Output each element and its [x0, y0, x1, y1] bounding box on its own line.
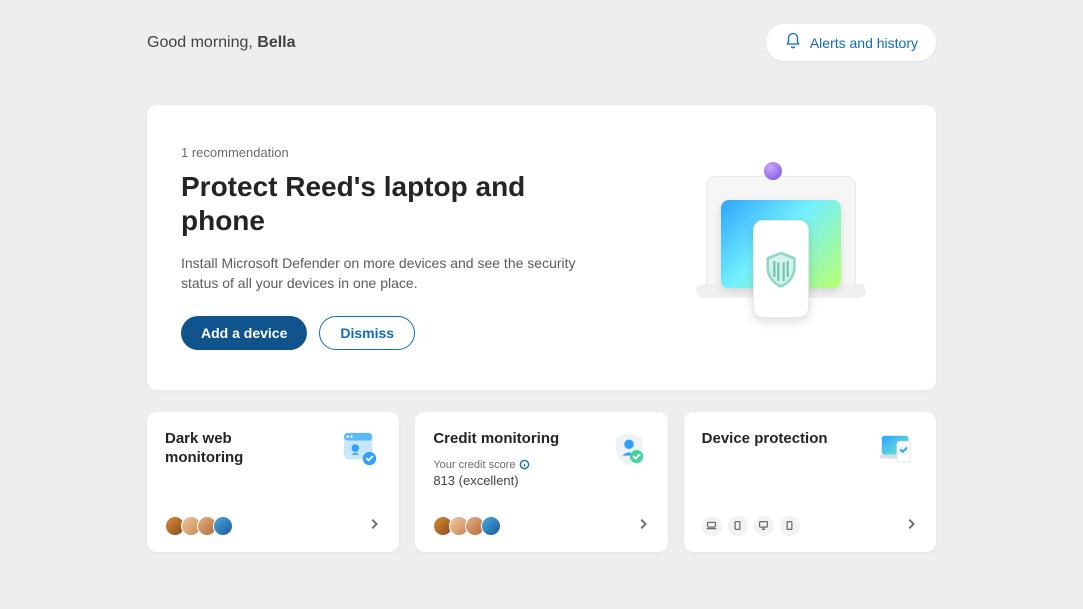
monitor-icon	[754, 516, 774, 536]
phone-icon	[728, 516, 748, 536]
card-title: Dark web monitoring	[165, 430, 295, 468]
recommendation-count: 1 recommendation	[181, 145, 601, 160]
dark-web-monitoring-card[interactable]: Dark web monitoring	[147, 412, 399, 552]
avatar	[481, 516, 501, 536]
device-checked-icon	[878, 430, 916, 468]
phone-icon	[780, 516, 800, 536]
info-icon	[519, 459, 530, 470]
member-avatars	[165, 516, 233, 536]
chevron-right-icon	[906, 517, 916, 535]
laptop-icon	[702, 516, 722, 536]
browser-profile-check-icon	[341, 430, 379, 468]
recommendation-hero: 1 recommendation Protect Reed's laptop a…	[147, 105, 936, 390]
device-protection-card[interactable]: Device protection	[684, 412, 936, 552]
shield-profile-check-icon	[610, 430, 648, 468]
credit-monitoring-card[interactable]: Credit monitoring Your credit score 813 …	[415, 412, 667, 552]
user-name: Bella	[257, 34, 295, 51]
shield-icon	[765, 250, 797, 288]
cards-row: Dark web monitoring	[147, 412, 936, 552]
alerts-and-history-button[interactable]: Alerts and history	[766, 24, 936, 61]
dismiss-button[interactable]: Dismiss	[319, 316, 415, 350]
chevron-right-icon	[369, 517, 379, 535]
hero-title: Protect Reed's laptop and phone	[181, 170, 601, 237]
chevron-right-icon	[638, 517, 648, 535]
card-title: Device protection	[702, 430, 828, 449]
alerts-label: Alerts and history	[810, 35, 918, 51]
device-type-chips	[702, 516, 800, 536]
card-title: Credit monitoring	[433, 430, 559, 449]
credit-score-value: 813 (excellent)	[433, 473, 559, 488]
devices-illustration	[686, 162, 886, 332]
add-device-button[interactable]: Add a device	[181, 316, 307, 350]
header: Good morning, Bella Alerts and history	[147, 24, 936, 61]
greeting: Good morning, Bella	[147, 34, 296, 52]
greeting-prefix: Good morning,	[147, 34, 257, 51]
credit-score-label: Your credit score	[433, 459, 559, 471]
bell-icon	[784, 32, 802, 53]
member-avatars	[433, 516, 501, 536]
avatar	[213, 516, 233, 536]
hero-description: Install Microsoft Defender on more devic…	[181, 253, 601, 294]
